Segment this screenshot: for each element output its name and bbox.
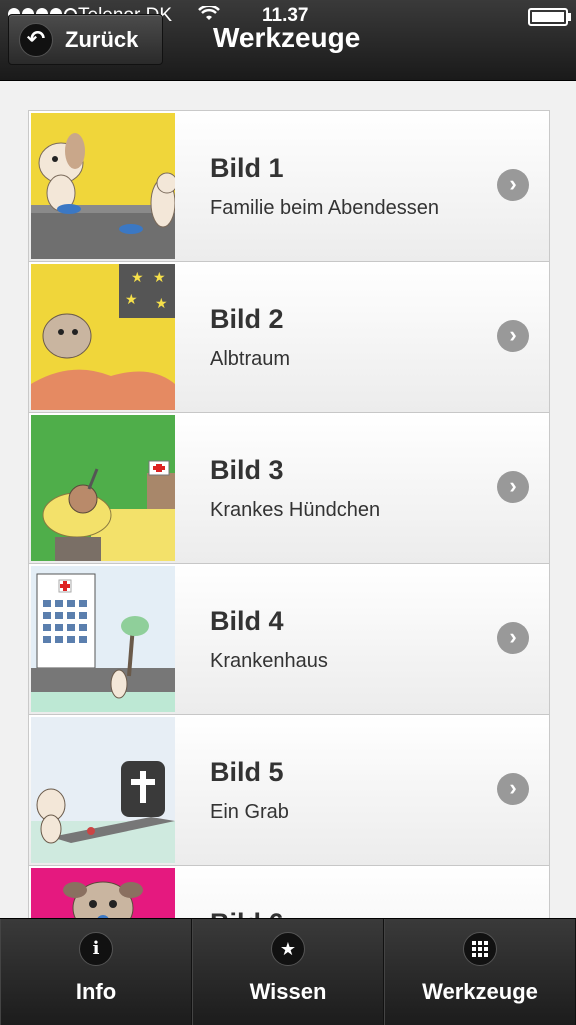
tab-werkzeuge[interactable]: Werkzeuge (384, 919, 576, 1025)
svg-text:★: ★ (125, 291, 138, 307)
item-subtitle: Familie beim Abendessen (210, 197, 440, 219)
thumbnail-image (31, 566, 175, 712)
page-title: Werkzeuge (213, 22, 361, 53)
info-icon: i (79, 932, 113, 966)
tab-label: Wissen (249, 979, 327, 1004)
item-title: Bild 1 (210, 153, 284, 183)
top-bar: Telenor DK 11.37 ↶ Zurück Werkzeuge (0, 0, 576, 81)
back-arrow-icon: ↶ (19, 23, 53, 57)
chevron-right-icon: › (497, 471, 529, 503)
star-icon: ★ (271, 932, 305, 966)
svg-text:★: ★ (155, 295, 168, 311)
battery-icon (528, 8, 571, 26)
back-button[interactable]: ↶ Zurück (8, 14, 163, 65)
item-title: Bild 5 (210, 757, 284, 787)
item-title: Bild 3 (210, 455, 284, 485)
item-subtitle: Ein Grab (210, 801, 289, 823)
chevron-right-icon: › (497, 773, 529, 805)
thumbnail-image (31, 415, 175, 561)
tab-label: Info (75, 979, 117, 1004)
back-button-label: Zurück (65, 27, 139, 52)
thumbnail-image: ★ ★ ★ ★ (31, 264, 175, 410)
chevron-right-icon: › (497, 169, 529, 201)
thumbnail-image (31, 868, 175, 919)
chevron-right-icon: › (497, 320, 529, 352)
tab-bar: i Info ★ Wissen Werkzeuge (0, 918, 576, 1025)
item-subtitle: Albtraum (210, 348, 291, 370)
tab-label: Werkzeuge (422, 979, 538, 1004)
item-subtitle: Krankes Hündchen (210, 499, 381, 521)
item-title: Bild 4 (210, 606, 284, 636)
chevron-right-icon: › (497, 622, 529, 654)
thumbnail-image (31, 717, 175, 863)
grid-icon (463, 932, 497, 966)
list-item[interactable]: Bild 6 › (29, 866, 549, 919)
svg-text:★: ★ (131, 269, 144, 285)
item-subtitle: Krankenhaus (210, 650, 328, 672)
thumbnail-image (31, 113, 175, 259)
tab-info[interactable]: i Info (0, 919, 192, 1025)
list-item[interactable]: Bild 3 Krankes Hündchen › (29, 413, 549, 564)
list-item[interactable]: ★ ★ ★ ★ Bild 2 Albtraum › (29, 262, 549, 413)
picture-list: Bild 1 Familie beim Abendessen › ★ ★ ★ ★… (28, 110, 550, 919)
svg-text:★: ★ (153, 269, 166, 285)
list-item[interactable]: Bild 1 Familie beim Abendessen › (29, 111, 549, 262)
list-item[interactable]: Bild 5 Ein Grab › (29, 715, 549, 866)
tab-wissen[interactable]: ★ Wissen (192, 919, 384, 1025)
list-item[interactable]: Bild 4 Krankenhaus › (29, 564, 549, 715)
item-title: Bild 2 (210, 304, 284, 334)
